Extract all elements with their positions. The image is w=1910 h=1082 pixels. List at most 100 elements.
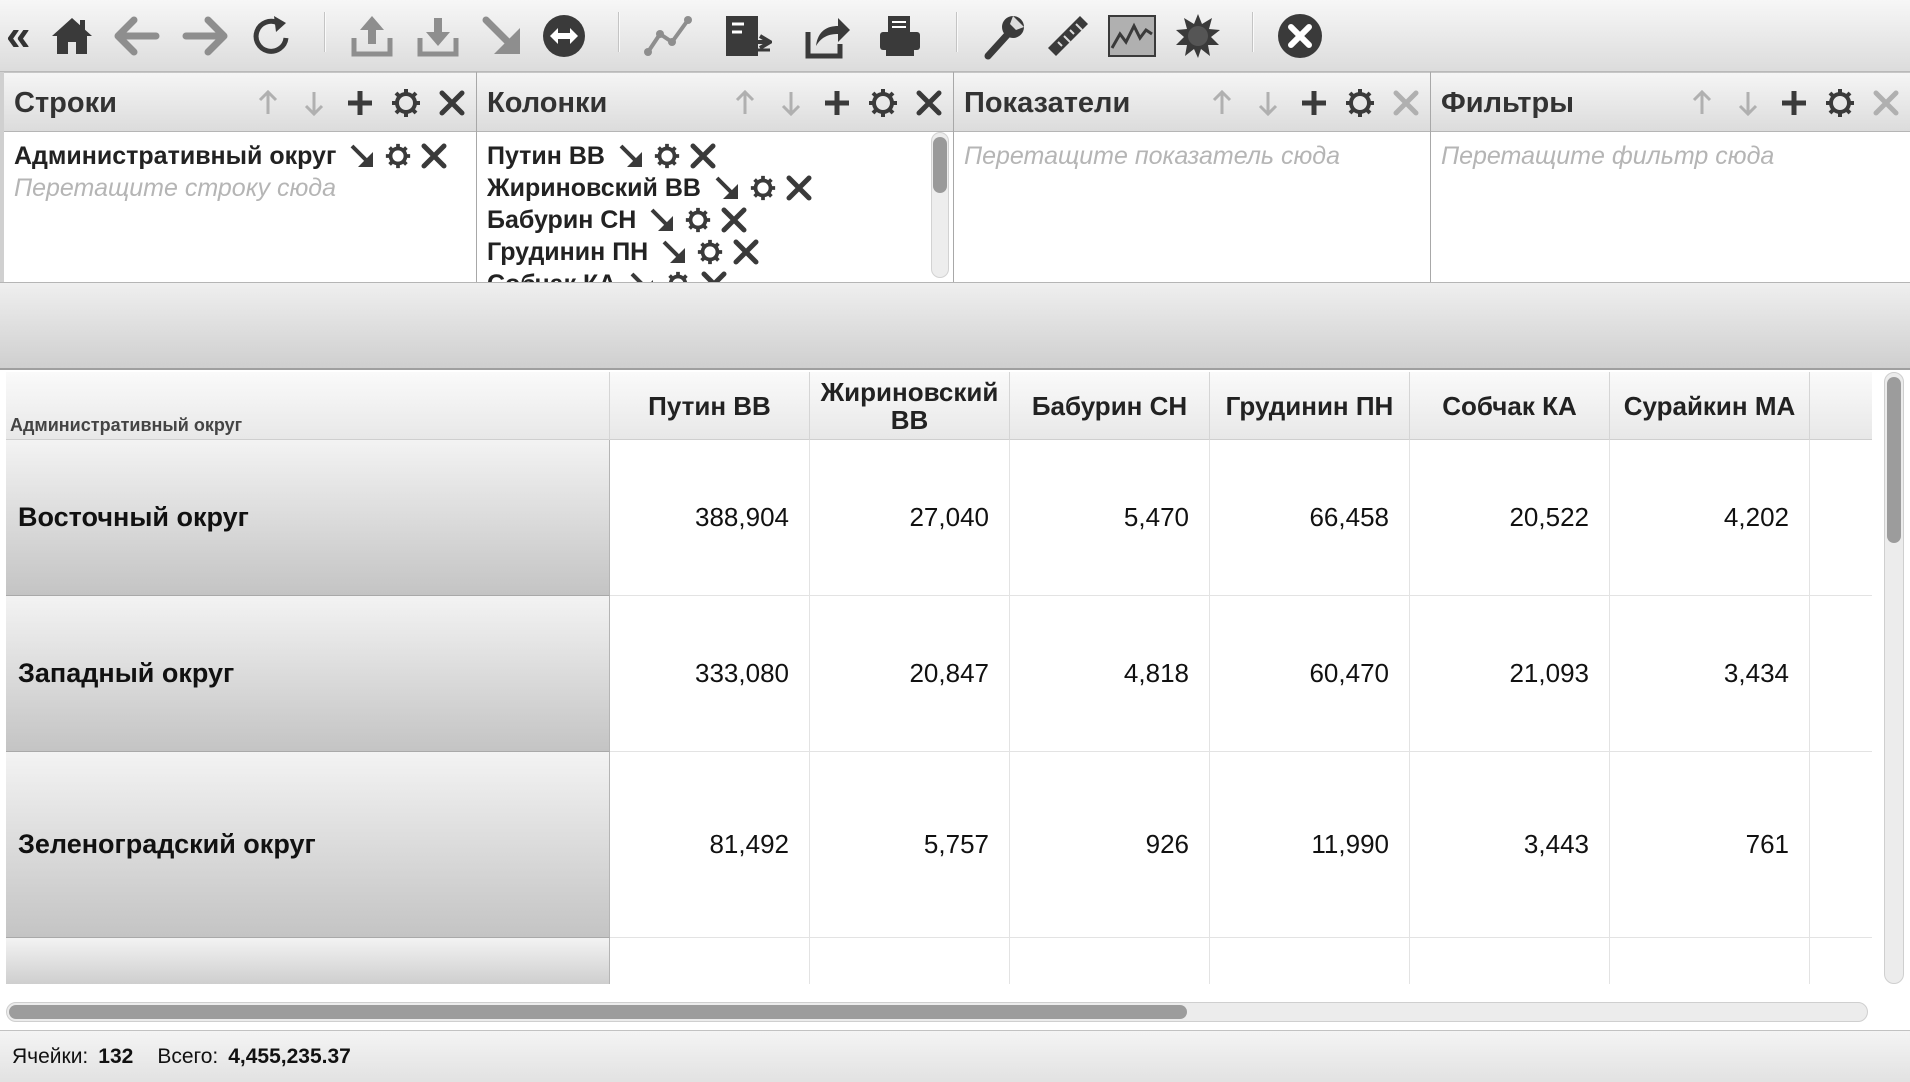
gear-icon[interactable] — [680, 204, 716, 236]
data-cell[interactable]: 20,847 — [810, 596, 1010, 752]
filters-drop-placeholder[interactable]: Перетащите фильтр сюда — [1441, 140, 1900, 172]
move-up-icon[interactable] — [1684, 85, 1720, 121]
gear-icon[interactable] — [649, 140, 685, 172]
data-cell[interactable]: 3,434 — [1610, 596, 1810, 752]
drilldown-icon[interactable] — [644, 204, 680, 236]
data-cell[interactable]: 3,443 — [1410, 752, 1610, 938]
drilldown-icon[interactable] — [624, 268, 660, 282]
remove-icon[interactable] — [685, 140, 721, 172]
column-field-item[interactable]: Собчак КА — [487, 268, 943, 282]
data-cell[interactable] — [1410, 938, 1610, 984]
column-field-item[interactable]: Бабурин СН — [487, 204, 943, 236]
gear-icon[interactable] — [380, 140, 416, 172]
remove-icon[interactable] — [416, 140, 452, 172]
column-header[interactable]: Путин ВВ — [610, 372, 810, 440]
move-down-icon[interactable] — [773, 85, 809, 121]
remove-icon[interactable] — [781, 172, 817, 204]
grid-vertical-scrollbar[interactable] — [1884, 372, 1904, 984]
data-cell[interactable]: 27,040 — [810, 440, 1010, 596]
scrollbar-thumb[interactable] — [9, 1005, 1187, 1019]
drilldown-arrow-icon[interactable] — [474, 8, 530, 64]
scrollbar-thumb[interactable] — [933, 137, 947, 193]
column-header[interactable]: Бабурин СН — [1010, 372, 1210, 440]
data-cell[interactable] — [1610, 938, 1810, 984]
data-cell[interactable]: 66,458 — [1210, 440, 1410, 596]
add-icon[interactable] — [1776, 85, 1812, 121]
collapse-toolbar-button[interactable]: « — [6, 8, 30, 64]
close-icon[interactable] — [911, 85, 947, 121]
add-icon[interactable] — [342, 85, 378, 121]
drilldown-icon[interactable] — [656, 236, 692, 268]
rows-drop-placeholder[interactable]: Перетащите строку сюда — [14, 172, 466, 204]
column-header[interactable]: Сурайкин МА — [1610, 372, 1810, 440]
row-header[interactable]: Западный округ — [6, 596, 610, 752]
grid-horizontal-scrollbar[interactable] — [6, 1002, 1868, 1022]
data-cell[interactable]: 11,990 — [1210, 752, 1410, 938]
column-field-item[interactable]: Грудинин ПН — [487, 236, 943, 268]
line-chart-icon[interactable] — [640, 8, 696, 64]
gear-icon[interactable] — [865, 85, 901, 121]
gear-icon[interactable] — [745, 172, 781, 204]
data-cell[interactable]: 333,080 — [610, 596, 810, 752]
row-header[interactable] — [6, 938, 610, 984]
data-cell[interactable]: 761 — [1610, 752, 1810, 938]
home-icon[interactable] — [44, 8, 100, 64]
column-header[interactable]: Ти — [1810, 372, 1872, 440]
data-cell[interactable] — [1810, 752, 1872, 938]
row-header[interactable]: Восточный округ — [6, 440, 610, 596]
close-icon[interactable] — [1388, 85, 1424, 121]
add-icon[interactable] — [1296, 85, 1332, 121]
export-table-icon[interactable] — [720, 8, 776, 64]
data-cell[interactable]: 81,492 — [610, 752, 810, 938]
data-cell[interactable]: 21,093 — [1410, 596, 1610, 752]
move-down-icon[interactable] — [1250, 85, 1286, 121]
remove-icon[interactable] — [728, 236, 764, 268]
drilldown-icon[interactable] — [613, 140, 649, 172]
upload-icon[interactable] — [344, 8, 400, 64]
data-cell[interactable]: 5,757 — [810, 752, 1010, 938]
close-icon[interactable] — [434, 85, 470, 121]
wrench-icon[interactable] — [976, 8, 1032, 64]
add-icon[interactable] — [819, 85, 855, 121]
drilldown-icon[interactable] — [709, 172, 745, 204]
data-cell[interactable] — [610, 938, 810, 984]
column-header[interactable]: Жириновский ВВ — [810, 372, 1010, 440]
print-icon[interactable] — [872, 8, 928, 64]
data-cell[interactable] — [1010, 938, 1210, 984]
data-cell[interactable]: 60,470 — [1210, 596, 1410, 752]
row-dimension-header[interactable]: Административный округ — [6, 372, 610, 440]
gear-icon[interactable] — [1342, 85, 1378, 121]
forward-arrow-icon[interactable] — [178, 8, 234, 64]
move-up-icon[interactable] — [1204, 85, 1240, 121]
data-cell[interactable] — [1810, 440, 1872, 596]
gear-icon[interactable] — [388, 85, 424, 121]
gear-icon[interactable] — [692, 236, 728, 268]
remove-icon[interactable] — [716, 204, 752, 236]
sparkline-icon[interactable] — [1104, 8, 1160, 64]
move-up-icon[interactable] — [250, 85, 286, 121]
column-field-item[interactable]: Жириновский ВВ — [487, 172, 943, 204]
column-header[interactable]: Собчак КА — [1410, 372, 1610, 440]
drilldown-icon[interactable] — [344, 140, 380, 172]
move-down-icon[interactable] — [296, 85, 332, 121]
burst-icon[interactable] — [1170, 8, 1226, 64]
ruler-icon[interactable] — [1040, 8, 1096, 64]
data-cell[interactable]: 926 — [1010, 752, 1210, 938]
column-header[interactable]: Грудинин ПН — [1210, 372, 1410, 440]
data-cell[interactable]: 4,202 — [1610, 440, 1810, 596]
scrollbar-thumb[interactable] — [1887, 377, 1901, 543]
share-icon[interactable] — [800, 8, 856, 64]
data-cell[interactable] — [1210, 938, 1410, 984]
columns-panel-scrollbar[interactable] — [931, 132, 949, 278]
download-icon[interactable] — [410, 8, 466, 64]
measures-drop-placeholder[interactable]: Перетащите показатель сюда — [964, 140, 1420, 172]
column-field-item[interactable]: Путин ВВ — [487, 140, 943, 172]
swap-icon[interactable] — [536, 8, 592, 64]
close-circle-icon[interactable] — [1272, 8, 1328, 64]
remove-icon[interactable] — [696, 268, 732, 282]
data-cell[interactable] — [810, 938, 1010, 984]
gear-icon[interactable] — [660, 268, 696, 282]
move-up-icon[interactable] — [727, 85, 763, 121]
row-field-item[interactable]: Административный округ — [14, 140, 466, 172]
refresh-icon[interactable] — [244, 8, 300, 64]
